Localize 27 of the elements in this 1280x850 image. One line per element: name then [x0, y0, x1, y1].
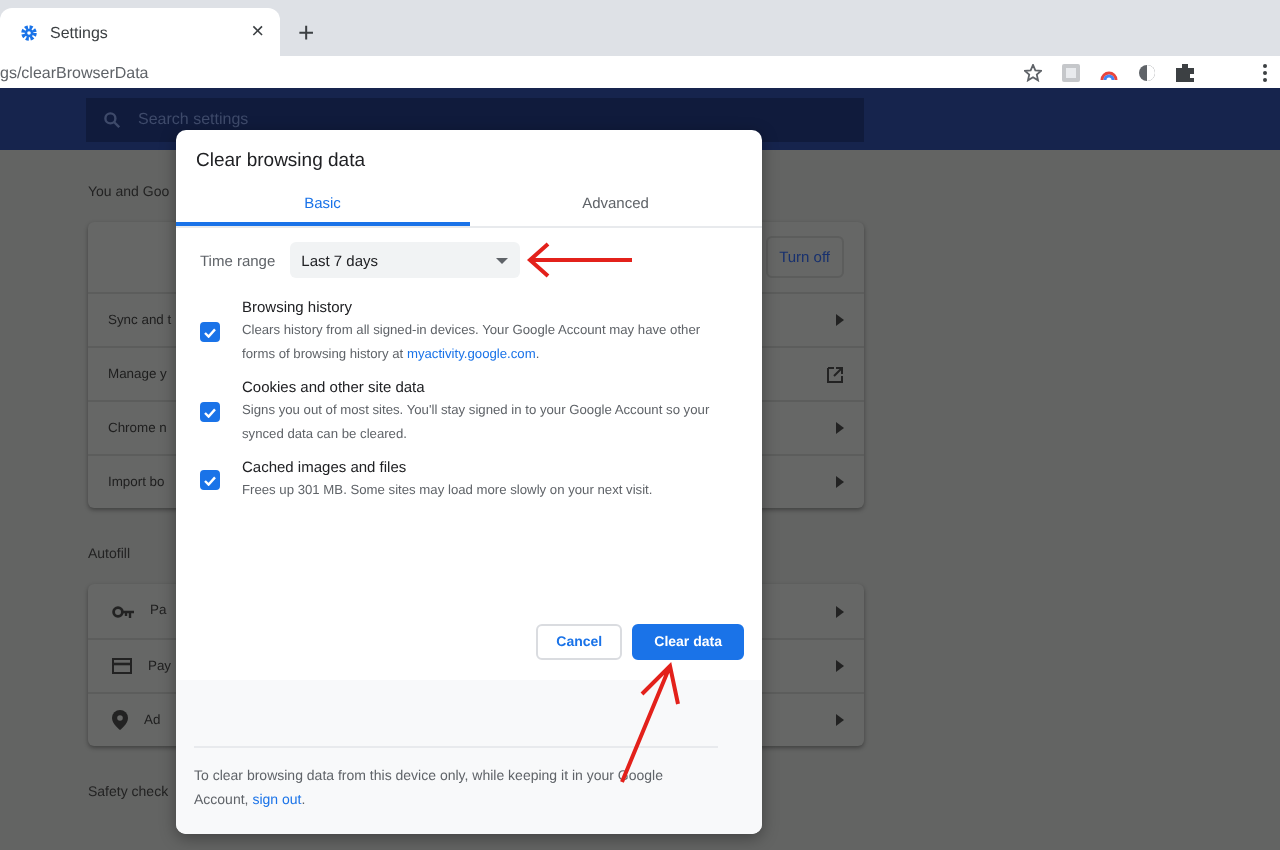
browser-tab[interactable]: Settings ×: [0, 8, 280, 56]
new-tab-button[interactable]: +: [298, 16, 315, 48]
caret-icon: [495, 257, 508, 263]
key-icon: [112, 605, 134, 617]
close-tab-button[interactable]: ×: [251, 20, 264, 44]
menu-icon[interactable]: [1262, 63, 1268, 81]
chevron-icon: [836, 714, 844, 726]
tab-title: Settings: [50, 23, 110, 41]
bookmark-star-icon[interactable]: [1024, 63, 1042, 81]
annotation-arrow: [526, 242, 632, 278]
credit-card-icon: [112, 658, 132, 674]
external-link-icon: [826, 365, 844, 383]
checkbox[interactable]: [200, 470, 220, 491]
location-pin-icon: [112, 710, 128, 730]
chevron-icon: [836, 314, 844, 326]
search-icon: [104, 111, 120, 127]
annotation-arrow: [618, 662, 686, 782]
chevron-icon: [836, 660, 844, 672]
chevron-icon: [836, 476, 844, 488]
dialog-title: Clear browsing data: [194, 148, 367, 176]
checkbox[interactable]: [200, 402, 220, 422]
checkbox[interactable]: [200, 322, 220, 342]
settings-icon: [20, 23, 38, 41]
extension-icon[interactable]: [1138, 63, 1156, 81]
puzzle-icon[interactable]: [1176, 63, 1194, 81]
chevron-icon: [836, 422, 844, 434]
chevron-icon: [836, 605, 844, 617]
